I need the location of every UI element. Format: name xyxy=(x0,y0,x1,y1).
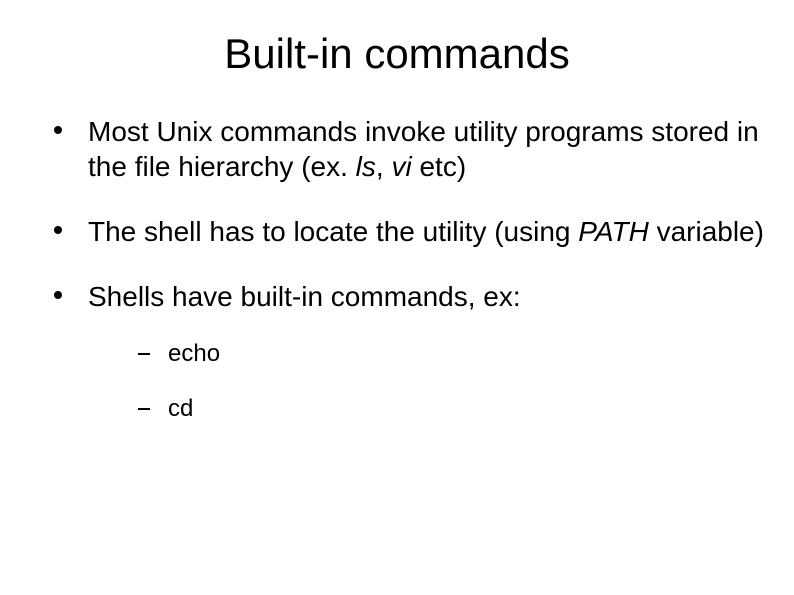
slide-title: Built-in commands xyxy=(30,30,764,78)
text-segment: vi xyxy=(391,151,411,182)
text-segment: The shell has to locate the utility (usi… xyxy=(88,216,578,247)
sub-list: echo cd xyxy=(88,340,764,424)
list-item: Most Unix commands invoke utility progra… xyxy=(54,114,764,184)
text-segment: Shells have built-in commands, ex: xyxy=(88,281,521,312)
sub-list-item: cd xyxy=(138,395,764,424)
text-segment: variable) xyxy=(649,216,764,247)
sub-list-item: echo xyxy=(138,340,764,369)
bullet-list: Most Unix commands invoke utility progra… xyxy=(30,114,764,424)
text-segment: , xyxy=(376,151,392,182)
text-segment: ls xyxy=(356,151,376,182)
slide: Built-in commands Most Unix commands inv… xyxy=(0,0,794,595)
text-segment: PATH xyxy=(578,216,649,247)
list-item: Shells have built-in commands, ex: echo cd xyxy=(54,279,764,424)
list-item: The shell has to locate the utility (usi… xyxy=(54,214,764,249)
text-segment: etc) xyxy=(412,151,466,182)
